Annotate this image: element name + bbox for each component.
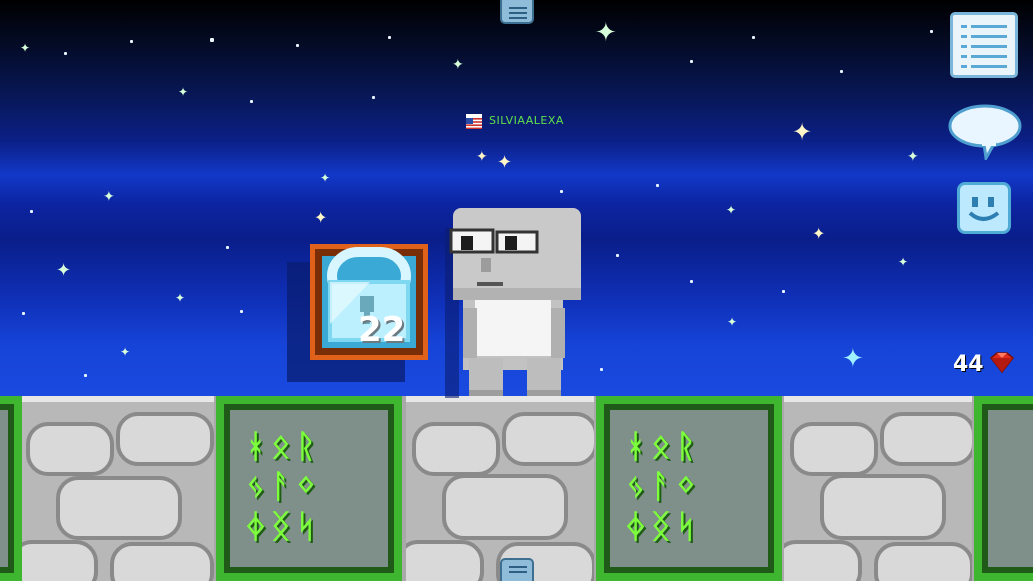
game-world[interactable]: ✦ ✦ ✦ ✦ ✦ ✦ ✦ ✦ ✦ ✦ ✦ ✦ ✦ ✦ ✦ ✦ ✦ ✦ ✦ ᚼᛟ… — [0, 0, 1033, 581]
gem-counter: 44 — [953, 350, 1023, 378]
star-dot — [22, 312, 25, 315]
star-sparkle-icon: ✦ — [792, 118, 813, 146]
star-dot — [840, 70, 843, 73]
chat-bubble-icon — [948, 104, 1022, 163]
star-sparkle-icon: ✦ — [497, 152, 513, 173]
menu-tab-top-button[interactable] — [500, 0, 534, 24]
menu-tab-bottom-button[interactable] — [500, 558, 534, 581]
star-dot — [560, 190, 563, 193]
star-sparkle-icon: ✦ — [56, 260, 72, 281]
star-dot — [226, 246, 229, 249]
star-dot — [930, 30, 933, 33]
star-sparkle-icon: ✦ — [103, 189, 115, 205]
star-dot — [64, 52, 67, 55]
star-dot — [690, 280, 693, 283]
dropped-diamond-lock[interactable]: 22 — [310, 244, 428, 360]
star-dot — [240, 310, 243, 313]
star-sparkle-icon: ✦ — [476, 149, 488, 165]
star-dot — [296, 44, 299, 47]
star-dot — [656, 184, 659, 187]
star-sparkle-icon: ✦ — [178, 85, 189, 99]
chat-button[interactable] — [948, 104, 1022, 163]
star-sparkle-icon: ✦ — [320, 171, 331, 185]
menu-tab-icon — [509, 566, 527, 568]
star-dot — [250, 100, 253, 103]
us-flag-icon — [466, 114, 482, 129]
star-sparkle-icon: ✦ — [452, 57, 464, 73]
player-sprite-icon — [429, 208, 581, 398]
rune-block[interactable] — [0, 396, 22, 581]
star-sparkle-icon: ✦ — [314, 208, 328, 227]
player-character[interactable] — [429, 208, 585, 398]
emote-button[interactable] — [957, 182, 1011, 234]
cobblestone-block[interactable] — [406, 396, 594, 581]
rune-block[interactable] — [974, 396, 1033, 581]
star-dot — [84, 374, 87, 377]
star-sparkle-icon: ✦ — [175, 291, 186, 305]
star-dot — [130, 40, 133, 43]
item-quantity: 22 — [358, 310, 406, 350]
cobblestone-block[interactable] — [20, 396, 214, 581]
star-sparkle-icon: ✦ — [595, 18, 617, 48]
star-sparkle-icon: ✦ — [727, 315, 738, 329]
star-dot — [30, 210, 33, 213]
rune-block[interactable]: ᚼᛟᚱ ᛃᚨᛜ ᛄᛝᛋ — [216, 396, 402, 581]
star-sparkle-icon: ✦ — [120, 345, 131, 359]
star-dot — [752, 36, 755, 39]
menu-tab-icon — [509, 7, 527, 9]
list-menu-button[interactable] — [950, 12, 1018, 78]
rune-block[interactable]: ᚼᛟᚱ ᛃᚨᛜ ᛄᛝᛋ — [596, 396, 782, 581]
star-sparkle-icon: ✦ — [812, 224, 826, 243]
rune-glyph-icon: ᚼᛟᚱ ᛃᚨᛜ ᛄᛝᛋ — [246, 427, 322, 545]
cobblestone-block[interactable] — [784, 396, 972, 581]
star-dot — [210, 38, 214, 42]
rune-glyph-icon: ᚼᛟᚱ ᛃᚨᛜ ᛄᛝᛋ — [626, 427, 702, 545]
player-name-tag[interactable]: SILVIAALEXA — [489, 114, 564, 127]
star-sparkle-icon: ✦ — [842, 344, 864, 374]
star-dot — [616, 254, 619, 257]
star-dot — [388, 36, 391, 39]
star-dot — [782, 290, 785, 293]
gem-count: 44 — [953, 352, 984, 377]
star-dot — [690, 60, 693, 63]
star-sparkle-icon: ✦ — [907, 149, 919, 165]
star-sparkle-icon: ✦ — [20, 41, 31, 55]
star-sparkle-icon: ✦ — [726, 203, 737, 217]
smiley-icon — [968, 197, 1000, 221]
red-gem-icon — [989, 352, 1015, 374]
star-dot — [600, 368, 603, 371]
star-dot — [372, 96, 375, 99]
star-sparkle-icon: ✦ — [898, 255, 909, 269]
